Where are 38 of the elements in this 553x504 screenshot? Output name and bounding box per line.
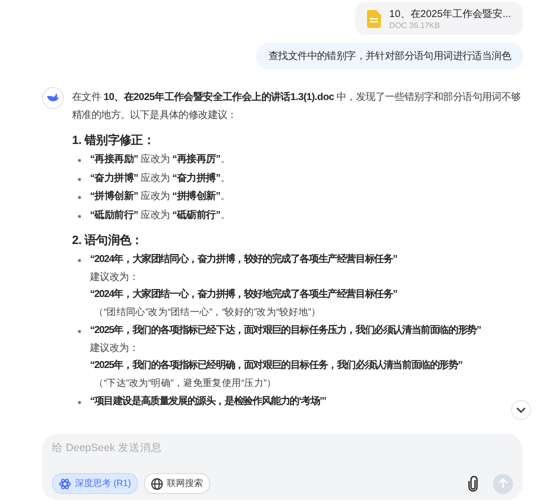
correction-text: “奋力拼博” 应改为 “奋力拼搏”。: [90, 172, 230, 186]
mode-toggle[interactable]: 深度思考 (R1): [52, 473, 138, 494]
correction-text: “砥励前行” 应改为 “砥砺前行”。: [90, 208, 230, 222]
paperclip-icon[interactable]: [467, 476, 479, 492]
bullet-dot: [78, 330, 81, 333]
change-note: （“下达”改为“明确”，避免重复使用“压力”）: [93, 376, 276, 390]
bullet-dot: [78, 401, 81, 404]
original-sentence: “2025年，我们的各项指标已经下达，面对艰巨的目标任务压力，我们必须认清当前面临的形势”: [90, 324, 481, 338]
suggestion-label: 建议改为：: [90, 270, 139, 284]
globe-icon: [151, 478, 163, 490]
bullet-dot: [78, 259, 81, 262]
bullet-dot: [78, 178, 81, 180]
correction-text: “拼博创新” 应改为 “拼搏创新”。: [90, 189, 230, 204]
file-card[interactable]: 10、在2025年工作会暨安... DOC 36.17KB: [355, 2, 523, 35]
scroll-down-button[interactable]: [511, 400, 531, 420]
file-meta: DOC 36.17KB: [389, 21, 441, 30]
file-name: 10、在2025年工作会暨安...: [389, 8, 511, 21]
bullet-dot: [78, 159, 81, 162]
section-heading: 1. 错别字修正：: [72, 132, 156, 149]
revised-sentence: “2025年，我们的各项指标已经明确，面对艰巨的目标任务，我们必须认清当前面临的形势”: [90, 358, 462, 373]
document-icon: [367, 10, 382, 28]
chevron-down-icon: [516, 407, 526, 413]
bullet-dot: [78, 214, 81, 218]
user-message: 查找文件中的错别字，并针对部分语句用词进行适当润色: [256, 43, 523, 69]
mode-toggle[interactable]: 联网搜索: [144, 473, 210, 494]
message-input[interactable]: 给 DeepSeek 发送消息: [52, 442, 513, 454]
revised-sentence: “2024年，大家团结一心，奋力拼搏，较好地完成了各项生产经营目标任务”: [90, 287, 398, 302]
original-sentence: “2024年，大家团结同心，奋力拼博，较好的完成了各项生产经营目标任务”: [90, 252, 398, 267]
whale-logo-icon: [42, 87, 64, 109]
correction-text: “再接再励” 应改为 “再接再厉”。: [90, 152, 230, 167]
suggestion-label: 建议改为：: [90, 342, 139, 356]
original-sentence: “项目建设是高质量发展的源头，是检验作风能力的‘考场’”: [90, 394, 326, 409]
change-note: （“团结同心”改为“团结一心”，“较好的”改为“较好地”）: [93, 306, 321, 320]
answer-intro: 在文件 10、在2025年工作会暨安全工作会上的讲话1.3(1).doc 中，发现了一些错别字和部分语句用词不够精准的地方。以下是具体的修改建议：: [72, 90, 522, 122]
bullet-dot: [78, 196, 81, 199]
arrow-up-icon: [498, 478, 508, 489]
section-heading: 2. 语句润色：: [72, 232, 144, 249]
atom-icon: [59, 478, 71, 490]
